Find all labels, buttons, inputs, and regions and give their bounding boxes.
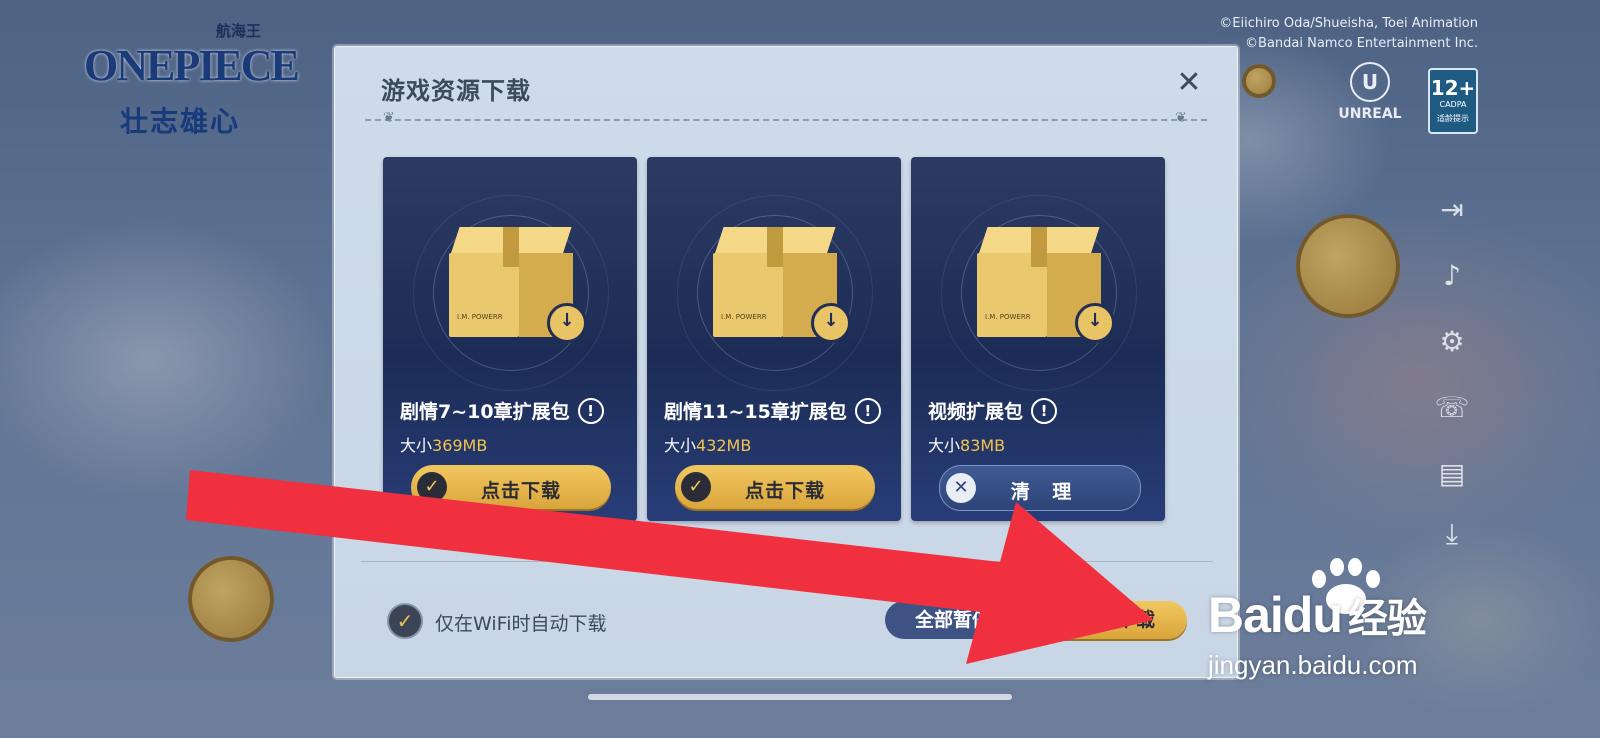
download-button-label: 点击下载 [480,480,561,502]
clean-button[interactable]: ✕ 清 理 [939,465,1141,511]
download-arrow-icon: ↓ [811,303,851,343]
card-title: 视频扩展包! [928,397,1058,424]
download-arrow-icon: ↓ [1075,303,1115,343]
copyright-notice: ©Eiichiro Oda/Shueisha, Toei Animation ©… [1219,14,1478,54]
card-title: 剧情11~15章扩展包! [664,397,881,424]
copyright-line: ©Eiichiro Oda/Shueisha, Toei Animation [1219,16,1478,31]
age-org: CADPA [1439,100,1467,109]
wifi-auto-download-label: 仅在WiFi时自动下载 [435,613,607,635]
package-box-icon: I.M. POWERR ↓ [449,227,587,343]
resource-download-dialog: 游戏资源下载 ✕ ❦ ❦ I.M. POWERR ↓ 剧情7~10章扩展包! 大… [334,46,1238,678]
notice-icon[interactable]: ▤ [1430,452,1474,496]
game-logo: 航海王 ONEPIECE 壮志雄心 [84,10,300,138]
box-label: I.M. POWERR [721,313,767,321]
card-size: 大小369MB [400,432,487,456]
info-icon[interactable]: ! [854,398,881,424]
download-arrow-icon: ↓ [547,303,587,343]
card-title-text: 剧情11~15章扩展包 [664,401,847,423]
download-button-label: 点击下载 [744,480,825,502]
support-icon[interactable]: ☏ [1430,386,1474,430]
copyright-line: ©Bandai Namco Entertainment Inc. [1245,36,1478,51]
dialog-title: 游戏资源下载 [381,77,531,105]
expansion-card: I.M. POWERR ↓ 视频扩展包! 大小83MB ✕ 清 理 [911,157,1165,521]
card-size: 大小83MB [928,432,1005,456]
download-button[interactable]: ✓ 点击下载 [675,465,875,509]
unreal-icon: U [1350,62,1390,102]
card-size: 大小432MB [664,432,751,456]
size-value: 369MB [432,436,488,455]
exit-icon[interactable]: ⇥ [1430,188,1474,232]
logo-subtitle: 航海王 [216,22,262,40]
age-rating-badge: 12+ CADPA 适龄提示 [1428,68,1478,134]
package-box-icon: I.M. POWERR ↓ [977,227,1115,343]
footer-divider [361,561,1213,562]
sound-icon[interactable]: ♪ [1430,254,1474,298]
size-prefix: 大小 [400,436,433,455]
settings-icon[interactable]: ⚙ [1430,320,1474,364]
info-icon[interactable]: ! [577,398,604,424]
download-all-button[interactable]: 全部下载 [1047,601,1187,639]
ornament-icon: ❦ [383,110,395,126]
ornament-icon: ❦ [1175,110,1187,126]
size-prefix: 大小 [928,436,961,455]
unreal-label: UNREAL [1338,106,1402,122]
clean-button-label: 清 理 [1010,481,1080,503]
box-label: I.M. POWERR [985,313,1031,321]
pause-all-button[interactable]: 全部暂停 [885,601,1021,639]
wifi-auto-download-checkbox[interactable]: ✓ [387,603,423,639]
logo-chinese: 壮志雄心 [120,105,241,138]
card-title-text: 剧情7~10章扩展包 [400,401,570,423]
logo-title: ONEPIECE [84,41,300,90]
title-divider: ❦ ❦ [365,111,1207,125]
baidu-brand: Baidu [1208,587,1343,643]
expansion-card: I.M. POWERR ↓ 剧情11~15章扩展包! 大小432MB ✓ 点击下… [647,157,901,521]
card-title: 剧情7~10章扩展包! [400,397,604,424]
age-number: 12+ [1430,76,1476,100]
box-label: I.M. POWERR [457,313,503,321]
info-icon[interactable]: ! [1031,398,1058,424]
package-box-icon: I.M. POWERR ↓ [713,227,851,343]
baidu-jingyan: 经验 [1347,597,1427,641]
download-button[interactable]: ✓ 点击下载 [411,465,611,509]
download-icon[interactable]: ⤓ [1430,512,1474,556]
size-value: 432MB [696,436,752,455]
unreal-engine-logo: U UNREAL [1320,62,1420,134]
home-indicator[interactable] [588,694,1012,700]
size-value: 83MB [960,436,1006,455]
close-icon[interactable]: ✕ [1173,67,1205,99]
baidu-url: jingyan.baidu.com [1208,650,1418,680]
card-title-text: 视频扩展包 [928,401,1024,423]
expansion-card: I.M. POWERR ↓ 剧情7~10章扩展包! 大小369MB ✓ 点击下载 [383,157,637,521]
age-note: 适龄提示 [1437,114,1469,123]
size-prefix: 大小 [664,436,697,455]
baidu-watermark: Baidu 经验 [1208,586,1427,644]
